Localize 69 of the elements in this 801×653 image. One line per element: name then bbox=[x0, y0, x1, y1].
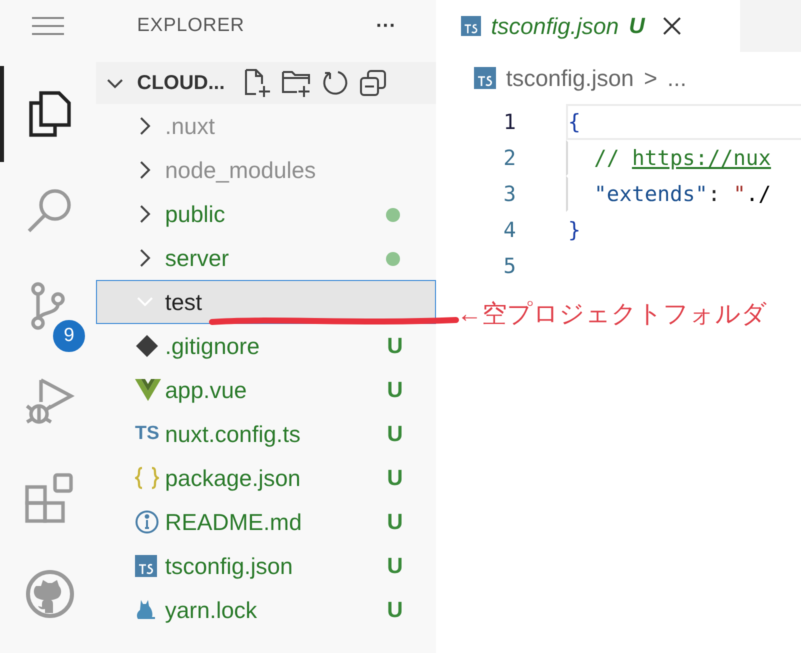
section-header[interactable]: CLOUD... bbox=[96, 62, 436, 104]
ts-icon: TS bbox=[135, 423, 160, 445]
line-number: 2 bbox=[502, 146, 516, 170]
tree-item-label: .gitignore bbox=[165, 332, 260, 360]
line-number: 1 bbox=[502, 110, 516, 134]
tree-item[interactable]: app.vue U bbox=[96, 368, 436, 412]
breadcrumb-separator: > bbox=[644, 64, 658, 92]
status-letter: U bbox=[387, 597, 403, 623]
new-folder-icon[interactable] bbox=[280, 68, 313, 98]
handwritten-annotation: ←空プロジェクトフォルダ bbox=[457, 299, 767, 330]
line-number: 3 bbox=[502, 182, 516, 206]
new-file-icon[interactable] bbox=[244, 68, 272, 98]
badge: 9 bbox=[51, 318, 87, 354]
code-line: { bbox=[568, 110, 581, 134]
tree-item[interactable]: node_modules bbox=[96, 148, 436, 192]
tree-item-label: public bbox=[165, 200, 226, 228]
tree-item[interactable]: yarn.lock U bbox=[96, 588, 436, 632]
files-icon bbox=[27, 89, 73, 139]
tree-item-label: package.json bbox=[165, 464, 301, 492]
tree-item-label: test bbox=[165, 288, 202, 316]
breadcrumb-item[interactable]: tsconfig.json bbox=[506, 64, 634, 92]
vue-icon bbox=[135, 378, 161, 402]
tree-item-label: nuxt.config.ts bbox=[165, 420, 301, 448]
tree-item[interactable]: .gitignore U bbox=[96, 324, 436, 368]
tree-item-label: README.md bbox=[165, 508, 302, 536]
tree-item-label: app.vue bbox=[165, 376, 247, 404]
tree-item[interactable]: TS nuxt.config.ts U bbox=[96, 412, 436, 456]
github-icon bbox=[25, 569, 75, 619]
status-letter: U bbox=[387, 465, 403, 491]
refresh-icon[interactable] bbox=[322, 69, 350, 97]
status-letter: U bbox=[387, 333, 403, 359]
line-number: 5 bbox=[502, 254, 516, 278]
tree-item-label: tsconfig.json bbox=[165, 552, 293, 580]
diamond-icon bbox=[135, 334, 159, 358]
info-icon bbox=[135, 510, 159, 534]
tree-item[interactable]: README.md U bbox=[96, 500, 436, 544]
more-actions[interactable]: ··· bbox=[376, 14, 396, 38]
sidebar-title: EXPLORER bbox=[137, 15, 244, 37]
status-letter: U bbox=[387, 509, 403, 535]
tree-item-label: .nuxt bbox=[165, 112, 215, 140]
status-letter: U bbox=[387, 553, 403, 579]
close-icon[interactable] bbox=[662, 17, 681, 35]
cat-icon bbox=[135, 598, 157, 622]
extensions-icon bbox=[25, 473, 75, 523]
line-number: 4 bbox=[502, 218, 516, 242]
tree-item-label: server bbox=[165, 244, 229, 272]
activity-bar-item[interactable]: 9 bbox=[0, 258, 96, 354]
tree-item[interactable]: .nuxt bbox=[96, 104, 436, 148]
editor-tab[interactable]: tsconfig.json U bbox=[436, 0, 740, 52]
tree-item-label: node_modules bbox=[165, 156, 316, 184]
collapse-all-icon[interactable] bbox=[358, 69, 387, 97]
tree-item[interactable]: test bbox=[96, 280, 436, 324]
section-title: CLOUD... bbox=[137, 72, 225, 94]
tree-item[interactable]: server bbox=[96, 236, 436, 280]
ts-file-icon bbox=[135, 555, 157, 577]
status-letter: U bbox=[387, 421, 403, 447]
status-letter: U bbox=[387, 377, 403, 403]
ts-file-icon bbox=[461, 16, 481, 36]
braces-icon bbox=[135, 466, 159, 490]
code-line: "extends": "./ bbox=[594, 182, 772, 206]
breadcrumb-item[interactable]: ... bbox=[667, 64, 686, 92]
code-line: // https://nux bbox=[594, 146, 772, 170]
ts-file-icon bbox=[474, 67, 496, 89]
tree-item[interactable]: public bbox=[96, 192, 436, 236]
tree-item[interactable]: tsconfig.json U bbox=[96, 544, 436, 588]
tree-item-label: yarn.lock bbox=[165, 596, 258, 624]
tree-item[interactable]: package.json U bbox=[96, 456, 436, 500]
code-line: } bbox=[568, 218, 581, 242]
menu-icon[interactable] bbox=[31, 16, 65, 36]
